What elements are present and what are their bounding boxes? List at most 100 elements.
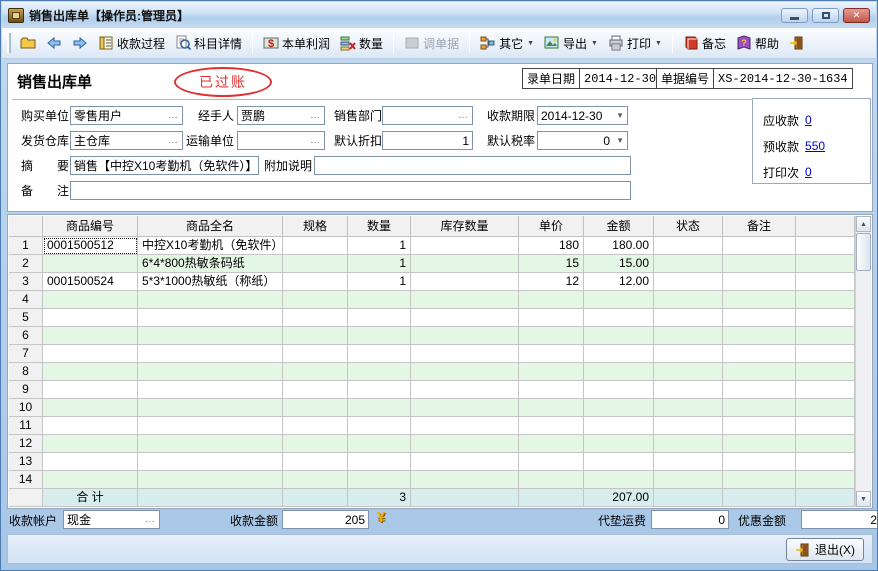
cell-price[interactable] (519, 417, 584, 435)
cell-name[interactable] (138, 399, 283, 417)
cell-code[interactable] (43, 363, 138, 381)
cell-price[interactable] (519, 471, 584, 489)
cell-name[interactable] (138, 381, 283, 399)
cell-status[interactable] (654, 453, 723, 471)
cell-amount[interactable] (584, 291, 654, 309)
grid-header-code[interactable]: 商品编号 (43, 216, 138, 237)
cell-price[interactable] (519, 453, 584, 471)
quantity-button[interactable]: 数量 (337, 33, 386, 54)
cell-name[interactable] (138, 345, 283, 363)
collect-process-button[interactable]: 收款过程 (95, 33, 168, 54)
ellipsis-button[interactable]: … (458, 110, 469, 121)
cell-stock[interactable] (411, 471, 519, 489)
buyer-input[interactable]: 零售用户 … (70, 106, 183, 125)
handler-input[interactable]: 贾鹏 … (237, 106, 325, 125)
cell-qty[interactable] (348, 309, 411, 327)
cell-remark[interactable] (723, 273, 796, 291)
grid-header-remark[interactable]: 备注 (723, 216, 796, 237)
cell-spec[interactable] (283, 435, 348, 453)
prepaid-link[interactable]: 550 (805, 139, 825, 153)
cell-status[interactable] (654, 399, 723, 417)
discount-input[interactable]: 1 (382, 131, 473, 150)
toolbar-grip[interactable] (7, 33, 11, 53)
cell-qty[interactable] (348, 471, 411, 489)
grid-header-price[interactable]: 单价 (519, 216, 584, 237)
cell-stock[interactable] (411, 345, 519, 363)
forward-button[interactable] (69, 33, 91, 53)
cell-qty[interactable] (348, 435, 411, 453)
cell-name[interactable] (138, 453, 283, 471)
cell-code[interactable] (43, 291, 138, 309)
cell-status[interactable] (654, 435, 723, 453)
cell-remark[interactable] (723, 471, 796, 489)
cell-qty[interactable]: 1 (348, 273, 411, 291)
cell-code[interactable] (43, 435, 138, 453)
cell-spec[interactable] (283, 363, 348, 381)
ellipsis-button[interactable]: … (145, 514, 156, 525)
grid-header-amount[interactable]: 金额 (584, 216, 654, 237)
cell-price[interactable]: 12 (519, 273, 584, 291)
cell-spec[interactable] (283, 399, 348, 417)
grid-header-qty[interactable]: 数量 (348, 216, 411, 237)
scrollbar-thumb[interactable] (856, 233, 871, 271)
cell-name[interactable] (138, 417, 283, 435)
tax-input[interactable]: 0 ▼ (537, 131, 628, 150)
received-input[interactable]: 205 (282, 510, 369, 529)
cell-amount[interactable] (584, 309, 654, 327)
grid-header-stock[interactable]: 库存数量 (411, 216, 519, 237)
cell-qty[interactable] (348, 291, 411, 309)
cell-stock[interactable] (411, 255, 519, 273)
cell-status[interactable] (654, 381, 723, 399)
cell-remark[interactable] (723, 435, 796, 453)
cell-qty[interactable] (348, 399, 411, 417)
cell-code[interactable] (43, 471, 138, 489)
cell-stock[interactable] (411, 399, 519, 417)
cell-qty[interactable]: 1 (348, 237, 411, 255)
cell-status[interactable] (654, 291, 723, 309)
cell-remark[interactable] (723, 237, 796, 255)
cell-amount[interactable] (584, 399, 654, 417)
scroll-down-button[interactable]: ▼ (856, 491, 871, 507)
back-button[interactable] (43, 33, 65, 53)
due-input[interactable]: 2014-12-30 ▼ (537, 106, 628, 125)
cell-code[interactable]: 0001500512 (43, 237, 138, 255)
warehouse-input[interactable]: 主仓库 … (70, 131, 183, 150)
cell-code[interactable] (43, 417, 138, 435)
cell-amount[interactable] (584, 417, 654, 435)
cell-spec[interactable] (283, 309, 348, 327)
cell-remark[interactable] (723, 381, 796, 399)
ellipsis-button[interactable]: … (168, 135, 179, 146)
cell-stock[interactable] (411, 309, 519, 327)
cell-amount[interactable] (584, 453, 654, 471)
minimize-button[interactable] (781, 8, 808, 23)
cell-code[interactable] (43, 399, 138, 417)
cell-spec[interactable] (283, 237, 348, 255)
print-count-link[interactable]: 0 (805, 165, 812, 179)
account-input[interactable]: 现金 … (63, 510, 160, 529)
scroll-up-button[interactable]: ▲ (856, 216, 871, 232)
dropdown-arrow-icon[interactable]: ▼ (616, 111, 624, 120)
money-icon[interactable]: ¥ (373, 509, 389, 526)
export-button[interactable]: 导出 ▼ (541, 33, 601, 54)
cell-stock[interactable] (411, 453, 519, 471)
cell-spec[interactable] (283, 471, 348, 489)
cell-remark[interactable] (723, 309, 796, 327)
cell-name[interactable] (138, 435, 283, 453)
ellipsis-button[interactable]: … (310, 135, 321, 146)
cell-name[interactable] (138, 291, 283, 309)
cell-spec[interactable] (283, 417, 348, 435)
cell-remark[interactable] (723, 291, 796, 309)
cell-status[interactable] (654, 309, 723, 327)
ellipsis-button[interactable]: … (168, 110, 179, 121)
ellipsis-button[interactable]: … (310, 110, 321, 121)
cell-amount[interactable] (584, 327, 654, 345)
cell-qty[interactable] (348, 381, 411, 399)
cell-stock[interactable] (411, 273, 519, 291)
cell-price[interactable] (519, 291, 584, 309)
cell-status[interactable] (654, 237, 723, 255)
dropdown-arrow-icon[interactable]: ▼ (616, 136, 624, 145)
cell-name[interactable] (138, 471, 283, 489)
cell-spec[interactable] (283, 381, 348, 399)
cell-remark[interactable] (723, 453, 796, 471)
cell-price[interactable] (519, 435, 584, 453)
